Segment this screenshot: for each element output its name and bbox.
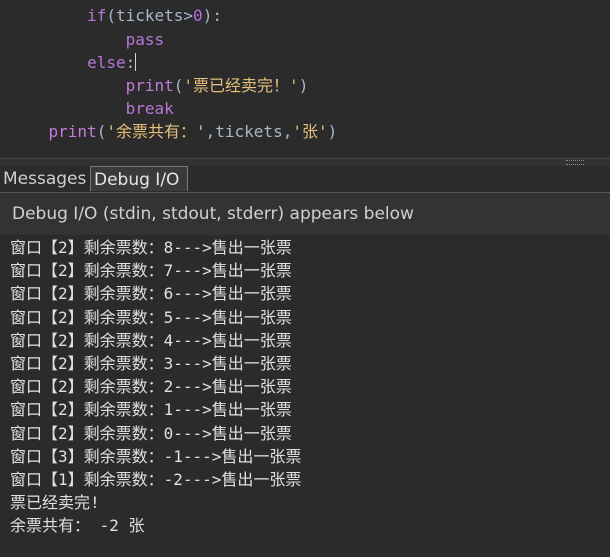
panel-tab-bar: Messages Debug I/O [0,166,610,193]
output-line: 窗口【2】剩余票数：5--->售出一张票 [10,307,292,327]
code-token: ( [106,6,116,25]
output-line: 余票共有： -2 张 [10,516,145,536]
code-token: '余票共有：' [106,122,206,141]
output-line: 窗口【2】剩余票数：2--->售出一张票 [10,377,292,397]
code-token: '张' [292,122,328,141]
debug-output[interactable]: 窗口【2】剩余票数：8--->售出一张票 窗口【2】剩余票数：7--->售出一张票… [0,235,610,557]
debug-io-header: Debug I/O (stdin, stdout, stderr) appear… [0,193,610,235]
output-line: 窗口【3】剩余票数：-1--->售出一张票 [10,446,302,466]
code-token: ): [202,6,222,25]
code-editor[interactable]: if(tickets>0): pass else: print('票已经卖完！'… [0,0,610,158]
code-token: ) [327,122,338,141]
code-token: break [125,99,174,118]
code-line: pass [10,28,165,51]
code-line: break [10,97,174,120]
code-token: if [87,6,107,25]
code-token: print [125,76,174,95]
output-line: 窗口【2】剩余票数：6--->售出一张票 [10,284,292,304]
code-token: print [48,122,97,141]
code-line: print('票已经卖完！') [10,74,309,97]
code-token: '票已经卖完！' [183,76,299,95]
code-token: else [87,53,126,72]
code-token: 0 [193,6,203,25]
code-line: print('余票共有：',tickets,'张') [10,120,338,143]
code-token: tickets [215,122,283,141]
code-line: if(tickets>0): [10,4,222,27]
splitter-grip-icon[interactable] [566,160,584,165]
code-token: ( [173,76,184,95]
code-token: , [205,122,216,141]
tab-messages[interactable]: Messages [0,166,90,191]
output-line: 窗口【2】剩余票数：0--->售出一张票 [10,423,292,443]
output-line: 窗口【2】剩余票数：4--->售出一张票 [10,330,292,350]
output-line: 窗口【2】剩余票数：8--->售出一张票 [10,238,292,257]
tab-debug-io[interactable]: Debug I/O [90,166,188,191]
code-token: tickets [115,6,184,25]
code-token: , [282,122,293,141]
code-token: ( [96,122,107,141]
code-token: ) [298,76,309,95]
code-line: else: [10,51,137,74]
output-line: 窗口【2】剩余票数：3--->售出一张票 [10,354,292,373]
output-line: 窗口【2】剩余票数：7--->售出一张票 [10,261,292,281]
text-caret [135,53,137,71]
code-token: > [183,6,194,25]
code-token: pass [125,30,165,49]
output-line: 票已经卖完! [10,493,100,513]
output-line: 窗口【2】剩余票数：1--->售出一张票 [10,400,292,420]
output-line: 窗口【1】剩余票数：-2--->售出一张票 [10,470,302,489]
debug-io-header-text: Debug I/O (stdin, stdout, stderr) appear… [12,204,414,224]
code-token: : [125,53,136,72]
